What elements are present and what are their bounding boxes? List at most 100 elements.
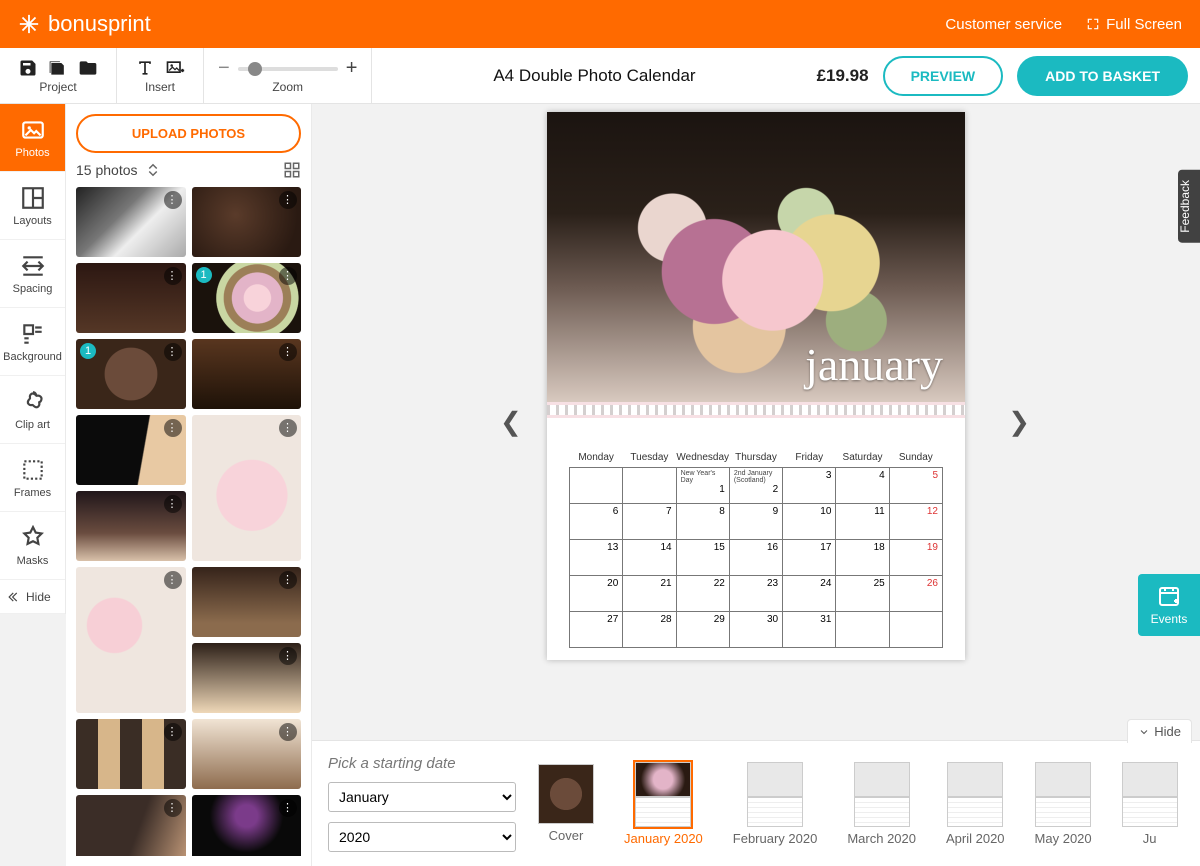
photo-thumb[interactable]: ⋮ (76, 263, 186, 333)
zoom-group: − + Zoom (204, 48, 372, 103)
day-cell: 11 (836, 504, 889, 540)
events-button[interactable]: Events (1138, 574, 1200, 636)
thumb-menu-icon[interactable]: ⋮ (279, 267, 297, 285)
calendar-grid: Monday Tuesday Wednesday Thursday Friday… (547, 418, 965, 660)
events-icon (1157, 584, 1181, 608)
tab-clipart-label: Clip art (15, 419, 50, 431)
photo-thumb[interactable]: 1⋮ (192, 263, 302, 333)
photo-thumb[interactable]: ⋮ (192, 567, 302, 637)
folder-icon[interactable] (78, 58, 98, 78)
photo-thumb[interactable]: ⋮ (192, 339, 302, 409)
photos-icon (19, 117, 47, 143)
prev-page-button[interactable]: ❮ (500, 407, 522, 438)
hide-strip-button[interactable]: Hide (1127, 719, 1192, 743)
tab-layouts[interactable]: Layouts (0, 172, 65, 240)
thumb-menu-icon[interactable]: ⋮ (164, 343, 182, 361)
feedback-button[interactable]: Feedback (1178, 170, 1200, 243)
thumb-menu-icon[interactable]: ⋮ (164, 495, 182, 513)
tab-frames[interactable]: Frames (0, 444, 65, 512)
add-to-basket-button[interactable]: ADD TO BASKET (1017, 56, 1188, 96)
calendar-photo: january (547, 112, 965, 402)
thumb-menu-icon[interactable]: ⋮ (279, 419, 297, 437)
day-cell: 31 (783, 612, 836, 648)
tab-hide-label: Hide (26, 590, 51, 604)
day-cell: 20 (570, 576, 623, 612)
customer-service-link[interactable]: Customer service (945, 16, 1062, 33)
zoom-in-button[interactable]: + (346, 57, 358, 80)
day-cell: 5 (889, 468, 942, 504)
thumb-menu-icon[interactable]: ⋮ (164, 419, 182, 437)
sort-icon[interactable] (144, 161, 162, 179)
day-cell (570, 468, 623, 504)
page-thumb-march[interactable]: March 2020 (847, 762, 916, 846)
fullscreen-button[interactable]: Full Screen (1086, 16, 1182, 33)
thumb-menu-icon[interactable]: ⋮ (279, 799, 297, 817)
zoom-slider[interactable] (238, 67, 338, 71)
photo-thumb[interactable]: ⋮ (192, 719, 302, 789)
spiral-binding (547, 402, 965, 418)
photo-thumb[interactable]: ⋮ (76, 795, 186, 856)
next-page-button[interactable]: ❯ (1008, 407, 1030, 438)
thumb-menu-icon[interactable]: ⋮ (279, 723, 297, 741)
tab-layouts-label: Layouts (13, 215, 52, 227)
photo-thumb[interactable]: ⋮ (192, 795, 302, 856)
photo-thumb[interactable]: ⋮ (192, 415, 302, 561)
image-add-icon[interactable] (165, 58, 185, 78)
day-cell: 29 (676, 612, 729, 648)
page-thumb-cover[interactable]: Cover (538, 764, 594, 843)
tab-clipart[interactable]: Clip art (0, 376, 65, 444)
day-cell: New Year's Day1 (676, 468, 729, 504)
page-thumb-may[interactable]: May 2020 (1035, 762, 1092, 846)
product-title: A4 Double Photo Calendar (493, 66, 695, 86)
tab-masks[interactable]: Masks (0, 512, 65, 580)
preview-button[interactable]: PREVIEW (883, 56, 1004, 96)
thumb-menu-icon[interactable]: ⋮ (164, 723, 182, 741)
photo-thumb[interactable]: ⋮ (76, 415, 186, 485)
start-month-select[interactable]: January (328, 782, 516, 812)
page-thumb-january[interactable]: January 2020 (624, 762, 703, 846)
photo-thumb[interactable]: ⋮ (76, 567, 186, 713)
page-thumb-label: Cover (549, 828, 584, 843)
day-cell: 25 (836, 576, 889, 612)
day-cell: 10 (783, 504, 836, 540)
day-cell: 14 (623, 540, 676, 576)
thumb-menu-icon[interactable]: ⋮ (279, 343, 297, 361)
save-icon[interactable] (18, 58, 38, 78)
day-cell: 19 (889, 540, 942, 576)
bottom-bar: Hide Pick a starting date January 2020 C… (312, 740, 1200, 866)
photo-thumb[interactable]: ⋮ (192, 187, 302, 257)
thumb-menu-icon[interactable]: ⋮ (164, 267, 182, 285)
thumb-menu-icon[interactable]: ⋮ (279, 647, 297, 665)
page-thumb-april[interactable]: April 2020 (946, 762, 1005, 846)
zoom-label: Zoom (272, 80, 303, 94)
left-sidebar: Photos Layouts Spacing Background Clip a… (0, 104, 66, 614)
background-icon (19, 321, 47, 347)
zoom-out-button[interactable]: − (218, 57, 230, 80)
upload-photos-button[interactable]: UPLOAD PHOTOS (76, 114, 301, 153)
page-thumb-june[interactable]: Ju (1122, 762, 1178, 846)
text-icon[interactable] (135, 58, 155, 78)
toolbar-right: £19.98 PREVIEW ADD TO BASKET (817, 56, 1200, 96)
thumb-menu-icon[interactable]: ⋮ (164, 799, 182, 817)
photo-thumb[interactable]: ⋮ (192, 643, 302, 713)
save-multi-icon[interactable] (48, 58, 68, 78)
fullscreen-icon (1086, 17, 1100, 31)
photo-thumb[interactable]: ⋮ (76, 491, 186, 561)
thumb-menu-icon[interactable]: ⋮ (279, 571, 297, 589)
tab-photos[interactable]: Photos (0, 104, 65, 172)
thumb-menu-icon[interactable]: ⋮ (164, 191, 182, 209)
tab-background[interactable]: Background (0, 308, 65, 376)
photo-thumb[interactable]: 1⋮ (76, 339, 186, 409)
start-year-select[interactable]: 2020 (328, 822, 516, 852)
day-cell: 8 (676, 504, 729, 540)
grid-view-icon[interactable] (283, 161, 301, 179)
photo-thumb[interactable]: ⋮ (76, 719, 186, 789)
page-thumb-february[interactable]: February 2020 (733, 762, 818, 846)
tab-hide[interactable]: Hide (0, 580, 65, 614)
thumb-menu-icon[interactable]: ⋮ (164, 571, 182, 589)
thumb-menu-icon[interactable]: ⋮ (279, 191, 297, 209)
tab-spacing[interactable]: Spacing (0, 240, 65, 308)
photo-thumb[interactable]: ⋮ (76, 187, 186, 257)
calendar-preview[interactable]: january Monday Tuesday Wednesday Thursda… (547, 112, 965, 660)
day-cell: 6 (570, 504, 623, 540)
